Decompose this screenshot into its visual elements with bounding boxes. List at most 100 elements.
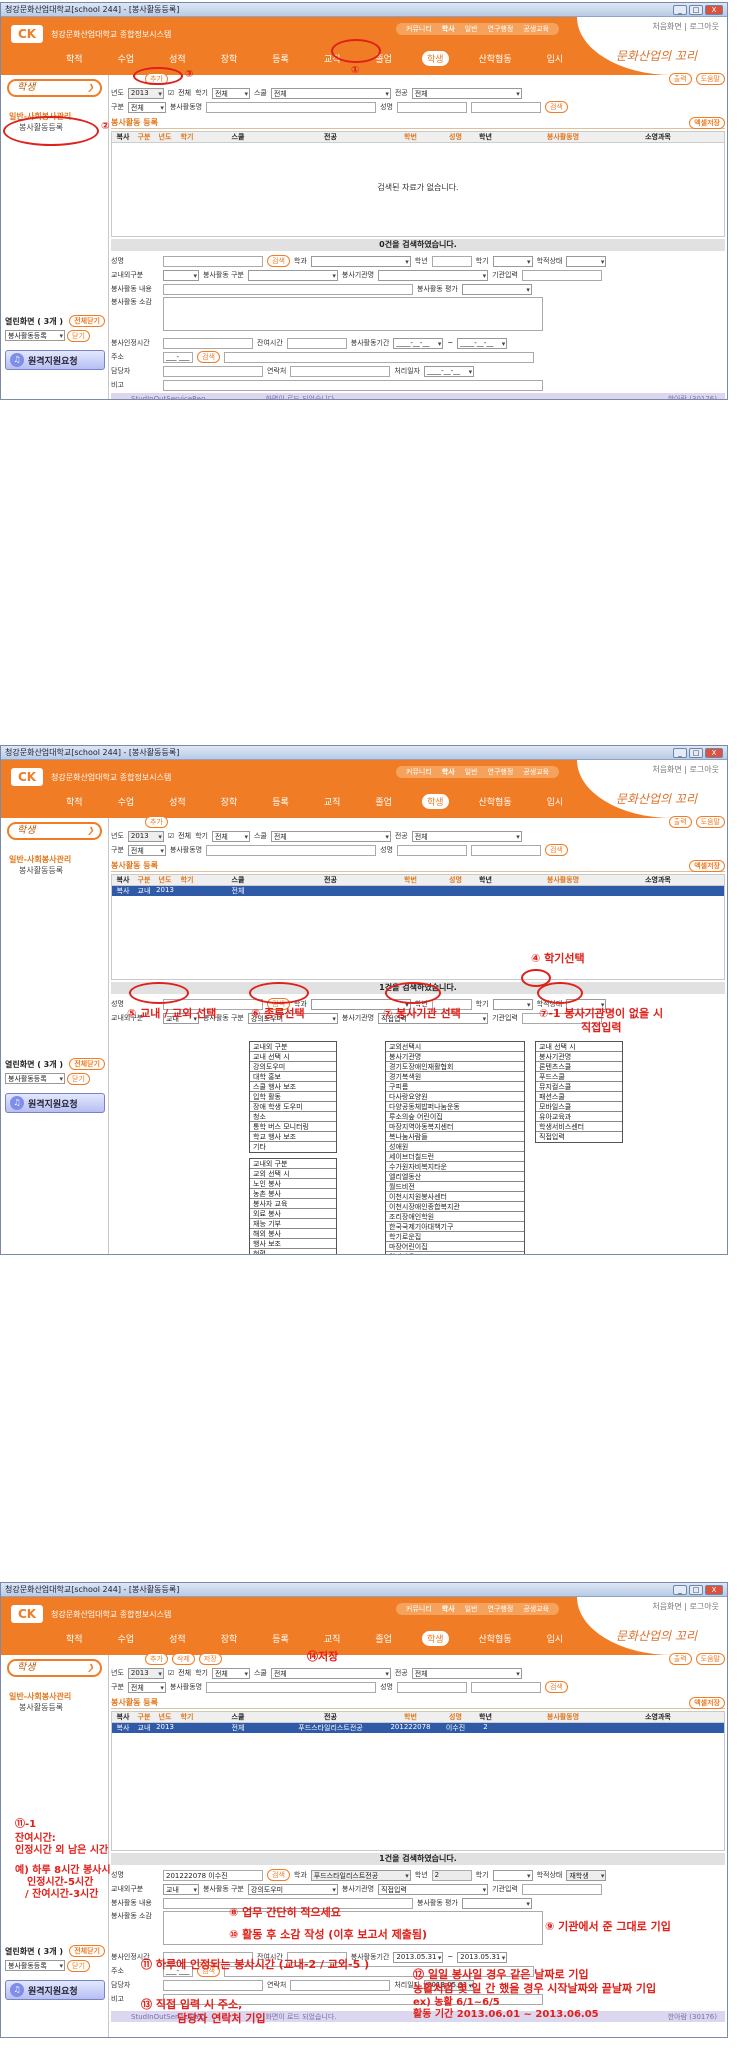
search-button[interactable]: 검색	[544, 1681, 568, 1693]
org-option[interactable]: 학기로운집	[386, 1232, 524, 1242]
minimize-button[interactable]: _	[673, 4, 687, 15]
form-name-input[interactable]: 201222078 이수진	[163, 1869, 263, 1881]
tree-group[interactable]: 일반-사회봉사관리	[9, 854, 108, 865]
org-inside-option[interactable]: 패션스쿨	[536, 1092, 622, 1102]
form-contact-input[interactable]	[290, 365, 391, 377]
all-checkbox[interactable]: ☑	[168, 1669, 174, 1677]
top-links[interactable]: 처음화면 | 로그아웃	[652, 21, 719, 32]
org-option[interactable]: 세이브더칠드런	[386, 1152, 524, 1162]
org-option[interactable]: 수가원자비복지타운	[386, 1162, 524, 1172]
table-row[interactable]: 복사 교내 2013 전체 푸드스타일리스트전공 201222078 이수진 2	[112, 1723, 724, 1733]
inout-option[interactable]: 대학 홍보	[250, 1072, 336, 1082]
major-select[interactable]: 전체	[411, 830, 522, 842]
org-option[interactable]: 루소의숲 어린이집	[386, 1112, 524, 1122]
nav-item[interactable]: 수업	[113, 794, 140, 809]
tree-group[interactable]: 일반-사회봉사관리	[9, 1691, 108, 1702]
help-button[interactable]: 도움말	[695, 816, 725, 828]
form-inout-select[interactable]: 교내	[163, 1883, 199, 1895]
zip-search-button[interactable]: 검색	[197, 351, 220, 363]
top-links[interactable]: 처음화면 | 로그아웃	[652, 764, 719, 775]
org-inside-option[interactable]: 뮤지컬스쿨	[536, 1082, 622, 1092]
remote-support-button[interactable]: ♫ 원격지원요청	[5, 350, 105, 370]
org-option[interactable]: 경기도장애인재활협회	[386, 1062, 524, 1072]
inout-option[interactable]: 교내외 구분	[250, 1042, 336, 1052]
inout-option[interactable]: 강의도우미	[250, 1062, 336, 1072]
nav-item[interactable]: 장학	[216, 794, 243, 809]
tree-item[interactable]: 봉사활동등록	[9, 865, 108, 876]
form-from-date[interactable]: ____-__-__	[393, 337, 444, 349]
name-input[interactable]	[396, 1681, 467, 1693]
category-tab[interactable]: 커뮤니티	[402, 1604, 436, 1614]
nav-item[interactable]: 졸업	[370, 1631, 397, 1646]
category-tab-active[interactable]: 학사	[438, 1604, 459, 1614]
student-search-button[interactable]: 검색	[267, 1869, 290, 1881]
close-all-button[interactable]: 전체닫기	[69, 1945, 105, 1957]
window-select[interactable]: 봉사활동등록	[5, 330, 65, 341]
sidebar-selector[interactable]: 학생	[7, 1659, 102, 1677]
org-option[interactable]: 봉사기관명	[386, 1052, 524, 1062]
all-checkbox[interactable]: ☑	[168, 89, 174, 97]
remote-support-button[interactable]: ♫ 원격지원요청	[5, 1980, 105, 2000]
category-tab[interactable]: 일반	[461, 1604, 482, 1614]
nav-item[interactable]: 교직	[319, 794, 346, 809]
category-tab[interactable]: 연구행정	[484, 1604, 518, 1614]
close-window-button[interactable]: 닫기	[67, 330, 90, 342]
nav-item[interactable]: 교직	[319, 1631, 346, 1646]
outside-option[interactable]: 농촌 봉사	[250, 1189, 336, 1199]
form-inout-select[interactable]	[163, 269, 199, 281]
nav-item[interactable]: 성적	[164, 51, 191, 66]
print-button[interactable]: 출력	[668, 1653, 692, 1665]
org-option[interactable]: 마장어린이집	[386, 1242, 524, 1252]
form-manager-input[interactable]	[163, 1979, 263, 1991]
form-zip-input[interactable]: ___-___	[163, 351, 193, 363]
org-option[interactable]: 다양공동체밥퍼나눔운동	[386, 1102, 524, 1112]
form-category-select[interactable]	[247, 269, 338, 281]
org-inside-option[interactable]: 교내 선택 시	[536, 1042, 622, 1052]
student-search-button[interactable]: 검색	[267, 255, 290, 267]
org-option[interactable]: 구피롬	[386, 1082, 524, 1092]
category-tab[interactable]: 일반	[461, 767, 482, 777]
top-links[interactable]: 처음화면 | 로그아웃	[652, 1601, 719, 1612]
form-name-input[interactable]	[163, 255, 263, 267]
org-inside-option[interactable]: 론텐츠스쿨	[536, 1062, 622, 1072]
form-from-date[interactable]: 2013.05.31	[393, 1951, 444, 1963]
close-all-button[interactable]: 전체닫기	[69, 315, 105, 327]
close-all-button[interactable]: 전체닫기	[69, 1058, 105, 1070]
name-input-2[interactable]	[470, 1681, 541, 1693]
search-button[interactable]: 검색	[544, 101, 568, 113]
add-button[interactable]: 추가	[145, 1653, 168, 1665]
type-select[interactable]: 전체	[127, 844, 166, 856]
print-button[interactable]: 출력	[668, 816, 692, 828]
outside-option[interactable]: 외료 봉사	[250, 1209, 336, 1219]
add-button[interactable]: 추가	[145, 816, 168, 828]
org-option[interactable]: 이천시지원봉사센터	[386, 1192, 524, 1202]
nav-item[interactable]: 수업	[113, 51, 140, 66]
inout-option[interactable]: 교내 선택 시	[250, 1052, 336, 1062]
outside-option[interactable]: 재능 기부	[250, 1219, 336, 1229]
form-eval-select[interactable]	[461, 1897, 532, 1909]
category-tab[interactable]: 공생교육	[519, 1604, 553, 1614]
form-org-input[interactable]	[521, 269, 602, 281]
form-semester-select[interactable]	[492, 1869, 533, 1881]
category-tab[interactable]: 커뮤니티	[402, 24, 436, 34]
form-content-input[interactable]	[163, 283, 413, 295]
remote-support-button[interactable]: ♫ 원격지원요청	[5, 1093, 105, 1113]
inout-option[interactable]: 학교 행사 보조	[250, 1132, 336, 1142]
org-option[interactable]: 교외선택시	[386, 1042, 524, 1052]
window-select[interactable]: 봉사활동등록	[5, 1073, 65, 1084]
nav-item[interactable]: 학적	[61, 1631, 88, 1646]
nav-item[interactable]: 등록	[267, 51, 294, 66]
org-inside-option[interactable]: 푸드스쿨	[536, 1072, 622, 1082]
close-button[interactable]: X	[705, 4, 723, 15]
inout-option[interactable]: 청소	[250, 1112, 336, 1122]
sidebar-selector[interactable]: 학생	[7, 822, 102, 840]
name-input-2[interactable]	[470, 844, 541, 856]
year-select[interactable]: 2013	[127, 87, 164, 99]
excel-button[interactable]: 엑셀저장	[689, 1696, 725, 1709]
category-tab[interactable]: 일반	[461, 24, 482, 34]
category-tab[interactable]: 공생교육	[519, 24, 553, 34]
semester-select[interactable]: 전체	[211, 1667, 250, 1679]
form-dept-select[interactable]: 푸드스타일리스트전공	[310, 1869, 411, 1881]
maximize-button[interactable]: □	[689, 747, 703, 758]
search-button[interactable]: 검색	[544, 844, 568, 856]
